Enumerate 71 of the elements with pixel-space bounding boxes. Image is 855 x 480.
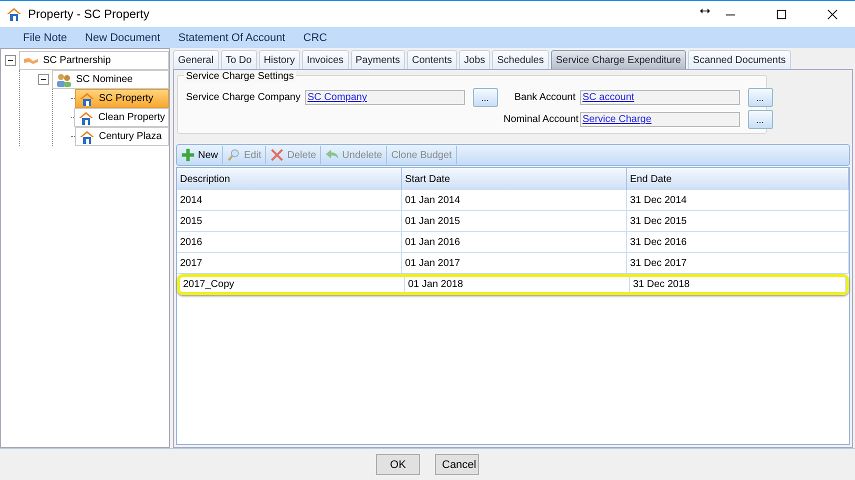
tab[interactable]: History: [258, 50, 300, 69]
close-icon[interactable]: [827, 8, 838, 20]
table-cell: 31 Dec 2014: [627, 190, 849, 210]
house-icon: [6, 6, 22, 22]
people-icon: [56, 72, 72, 88]
browse-button[interactable]: ...: [748, 88, 772, 107]
table-row[interactable]: 2016 01 Jan 2016 31 Dec 2016: [177, 232, 849, 253]
tree-item[interactable]: SC Partnership: [19, 51, 169, 70]
link[interactable]: Service Charge: [582, 114, 652, 125]
window-title: Property - SC Property: [28, 7, 150, 21]
table-cell: 01 Jan 2016: [402, 232, 627, 252]
table-cell: 2016: [177, 232, 402, 252]
input-field[interactable]: SC account: [580, 90, 740, 105]
menu-item[interactable]: New Document: [76, 32, 170, 44]
tab[interactable]: Invoices: [302, 50, 349, 69]
menu-item[interactable]: Statement Of Account: [169, 32, 294, 44]
column-header[interactable]: Start Date: [402, 168, 627, 190]
field-label: Service Charge Company: [186, 92, 300, 103]
tree-item[interactable]: Century Plaza: [74, 127, 169, 146]
table-cell: 2017_Copy: [180, 277, 405, 292]
resize-icon[interactable]: [700, 7, 710, 15]
plus-icon: [181, 148, 195, 162]
browse-button[interactable]: ...: [472, 88, 498, 107]
table-row[interactable]: 2014 01 Jan 2014 31 Dec 2014: [177, 190, 849, 211]
column-header[interactable]: End Date: [627, 168, 849, 190]
collapse-icon[interactable]: [5, 55, 16, 66]
tree-item[interactable]: SC Property: [74, 89, 169, 108]
link[interactable]: SC account: [582, 92, 634, 103]
table-cell: 31 Dec 2018: [630, 277, 846, 292]
table-row[interactable]: 2017 01 Jan 2017 31 Dec 2017: [177, 253, 849, 274]
table-cell: 01 Jan 2017: [402, 253, 627, 273]
table-row[interactable]: 2015 01 Jan 2015 31 Dec 2015: [177, 211, 849, 232]
tab[interactable]: Jobs: [459, 50, 490, 69]
input-field[interactable]: SC Company: [304, 90, 464, 105]
tab[interactable]: General: [173, 50, 219, 69]
house-icon: [78, 110, 94, 126]
table-cell: 2017: [177, 253, 402, 273]
search-icon: [227, 148, 242, 162]
input-field[interactable]: Service Charge: [580, 112, 740, 127]
menu-item[interactable]: File Note: [14, 32, 76, 44]
dialog-button[interactable]: Cancel: [435, 454, 479, 475]
table-cell: 31 Dec 2017: [627, 253, 849, 273]
house-icon: [78, 128, 95, 144]
collapse-icon[interactable]: [38, 74, 49, 85]
tree-item[interactable]: Clean Property: [74, 108, 169, 127]
tab[interactable]: Service Charge Expenditure: [550, 50, 686, 69]
browse-button[interactable]: ...: [748, 110, 772, 129]
table-cell: 01 Jan 2018: [405, 277, 630, 292]
column-header[interactable]: Description: [177, 168, 402, 190]
tree-item[interactable]: SC Nominee: [52, 70, 169, 89]
dialog-button[interactable]: OK: [376, 454, 420, 475]
house-icon: [78, 90, 95, 106]
group-title: Service Charge Settings: [184, 71, 296, 82]
table-cell: 2015: [177, 211, 402, 231]
table-cell: 01 Jan 2014: [402, 190, 627, 210]
link[interactable]: SC Company: [308, 92, 367, 103]
menu-item[interactable]: CRC: [294, 32, 336, 44]
tab[interactable]: Contents: [406, 50, 458, 69]
tab[interactable]: Payments: [350, 50, 405, 69]
table-cell: 31 Dec 2016: [627, 232, 849, 252]
table-cell: 01 Jan 2015: [402, 211, 627, 231]
maximize-icon[interactable]: [776, 8, 787, 20]
toolbar-button[interactable]: New: [177, 146, 224, 164]
field-label: Bank Account: [513, 92, 576, 103]
table-cell: 31 Dec 2015: [627, 211, 849, 231]
table-cell: 2014: [177, 190, 402, 210]
tab[interactable]: To Do: [220, 50, 257, 69]
highlighted-row[interactable]: 2017_Copy 01 Jan 2018 31 Dec 2018: [177, 274, 849, 295]
tab[interactable]: Scanned Documents: [688, 50, 791, 69]
tab[interactable]: Schedules: [492, 50, 549, 69]
delete-icon: [270, 148, 284, 162]
